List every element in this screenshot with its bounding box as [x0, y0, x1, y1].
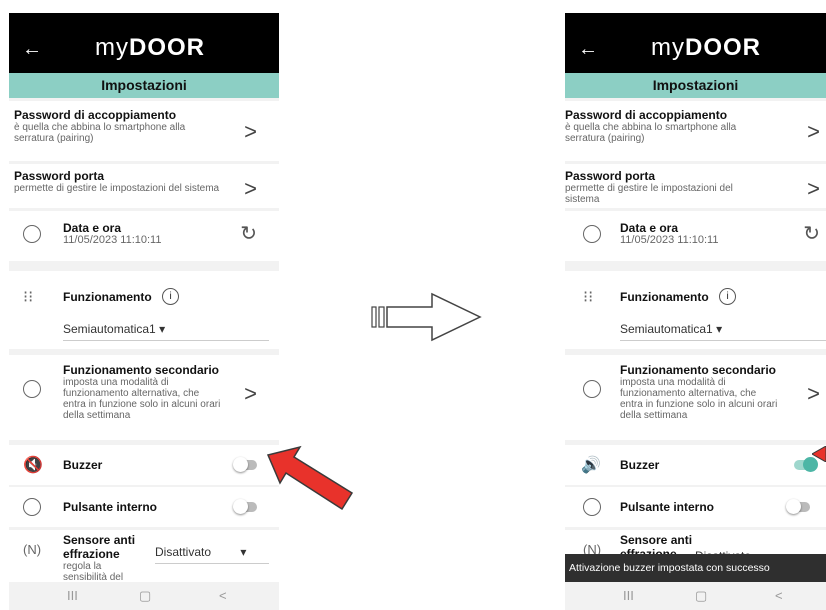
speaker-muted-icon: 🔇	[23, 457, 43, 474]
recent-apps-icon[interactable]: III	[623, 588, 634, 603]
chevron-right-icon: >	[807, 176, 820, 201]
pairing-password-row[interactable]: Password di accoppiamento è quella che a…	[565, 101, 826, 161]
chevron-right-icon: >	[244, 119, 257, 144]
stopwatch-icon	[583, 380, 601, 398]
sensor-select[interactable]: Disattivato ▾	[155, 545, 246, 559]
info-icon[interactable]: i	[162, 288, 180, 306]
datetime-row: Data e ora 11/05/2023 11:10:11 ↻	[565, 211, 826, 261]
android-nav-bar: III ▢ <	[565, 582, 826, 610]
red-pointer-arrow-icon	[266, 445, 354, 511]
success-snackbar: Attivazione buzzer impostata con success…	[565, 554, 826, 582]
internal-button-row: Pulsante interno	[9, 487, 279, 527]
dropdown-arrow-icon: ▾	[240, 545, 247, 559]
info-icon[interactable]: i	[719, 288, 737, 306]
chevron-right-icon: >	[807, 119, 820, 144]
home-icon[interactable]: ▢	[695, 588, 707, 604]
buzzer-row: 🔇 Buzzer	[9, 445, 279, 485]
circle-icon	[583, 498, 601, 516]
clock-icon	[23, 225, 41, 243]
page-title: Impostazioni	[9, 73, 279, 98]
back-nav-icon[interactable]: <	[775, 588, 783, 603]
mydoor-logo: myDOOR	[651, 34, 761, 61]
clock-icon	[583, 225, 601, 243]
transition-arrow-icon	[371, 292, 482, 342]
mode-select[interactable]: Semiautomatica1 ▾	[620, 322, 722, 336]
chevron-right-icon: >	[807, 381, 820, 406]
red-pointer-arrow-tip-icon	[812, 446, 826, 462]
back-nav-icon[interactable]: <	[219, 588, 227, 603]
datetime-row: Data e ora 11/05/2023 11:10:11 ↻	[9, 211, 279, 261]
door-password-row[interactable]: Password porta permette di gestire le im…	[565, 164, 826, 208]
secondary-mode-row[interactable]: Funzionamento secondario imposta una mod…	[9, 355, 279, 440]
internal-button-toggle[interactable]	[233, 499, 257, 514]
internal-button-row: Pulsante interno	[565, 487, 826, 527]
phone-screen-before: ← myDOOR Impostazioni Password di accopp…	[9, 13, 279, 610]
chevron-right-icon: >	[244, 176, 257, 201]
phone-screen-after: ← myDOOR Impostazioni Password di accopp…	[565, 13, 826, 610]
secondary-mode-row[interactable]: Funzionamento secondario imposta una mod…	[565, 355, 826, 440]
speaker-on-icon: 🔊	[581, 457, 601, 474]
app-header: ← myDOOR	[9, 13, 279, 73]
mode-card: ⁝⁝ Funzionamento i Semiautomatica1 ▾	[9, 271, 279, 349]
mode-dots-icon: ⁝⁝	[583, 289, 594, 306]
mode-card: ⁝⁝ Funzionamento i Semiautomatica1 ▾	[565, 271, 826, 349]
refresh-icon[interactable]: ↻	[803, 221, 820, 246]
pairing-password-row[interactable]: Password di accoppiamento è quella che a…	[9, 101, 279, 161]
back-arrow-icon[interactable]: ←	[578, 39, 598, 59]
circle-icon	[23, 498, 41, 516]
dropdown-arrow-icon: ▾	[159, 322, 166, 336]
internal-button-toggle[interactable]	[786, 499, 810, 514]
android-nav-bar: III ▢ <	[9, 582, 279, 610]
back-arrow-icon[interactable]: ←	[22, 39, 42, 59]
buzzer-toggle[interactable]	[233, 457, 257, 472]
mode-dots-icon: ⁝⁝	[23, 289, 34, 306]
buzzer-row: 🔊 Buzzer	[565, 445, 826, 485]
mode-select[interactable]: Semiautomatica1 ▾	[63, 322, 165, 336]
page-title: Impostazioni	[565, 73, 826, 98]
home-icon[interactable]: ▢	[139, 588, 151, 604]
mydoor-logo: myDOOR	[95, 34, 205, 61]
dropdown-arrow-icon: ▾	[716, 322, 723, 336]
chevron-right-icon: >	[244, 381, 257, 406]
door-password-row[interactable]: Password porta permette di gestire le im…	[9, 164, 279, 208]
vibration-icon: (N)	[23, 542, 42, 557]
refresh-icon[interactable]: ↻	[240, 221, 257, 246]
recent-apps-icon[interactable]: III	[67, 588, 78, 603]
sensor-row: (N) Sensore anti effrazione regola la se…	[9, 530, 279, 583]
app-header: ← myDOOR	[565, 13, 826, 73]
stopwatch-icon	[23, 380, 41, 398]
